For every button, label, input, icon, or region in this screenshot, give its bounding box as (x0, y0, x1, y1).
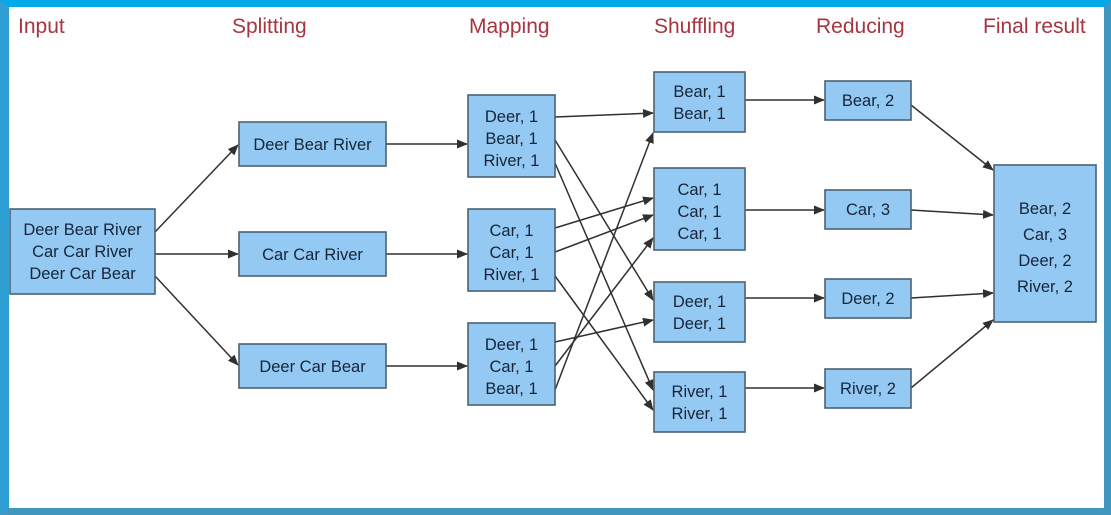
node-shuffle-bear-line-2: Bear, 1 (673, 105, 725, 123)
node-reduce-river-line-1: River, 2 (840, 380, 896, 398)
node-map-1[interactable]: Deer, 1 Bear, 1 River, 1 (467, 94, 556, 178)
node-reduce-river[interactable]: River, 2 (824, 368, 912, 409)
node-input-line-2: Car Car River (32, 243, 133, 261)
node-shuffle-river[interactable]: River, 1 River, 1 (653, 371, 746, 433)
node-shuffle-bear[interactable]: Bear, 1 Bear, 1 (653, 71, 746, 133)
node-shuffle-river-box[interactable] (653, 371, 746, 433)
node-final-line-1: Bear, 2 (1019, 200, 1071, 218)
node-shuffle-bear-line-1: Bear, 1 (673, 83, 725, 101)
node-map-2[interactable]: Car, 1 Car, 1 River, 1 (467, 208, 556, 292)
stage-label-splitting: Splitting (232, 15, 307, 38)
node-final-line-2: Car, 3 (1023, 226, 1067, 244)
mapreduce-diagram: Input Splitting Mapping Shuffling Reduci… (9, 7, 1104, 508)
node-map-2-line-1: Car, 1 (489, 222, 533, 240)
node-split-2[interactable]: Car Car River (238, 231, 387, 277)
stage-label-final-result: Final result (983, 15, 1086, 38)
node-map-3[interactable]: Deer, 1 Car, 1 Bear, 1 (467, 322, 556, 406)
node-map-2-line-2: Car, 1 (489, 244, 533, 262)
stage-label-mapping: Mapping (469, 15, 550, 38)
node-map-1-line-2: Bear, 1 (485, 130, 537, 148)
node-shuffle-car-line-3: Car, 1 (677, 225, 721, 243)
node-shuffle-deer-box[interactable] (653, 281, 746, 343)
node-map-3-line-2: Car, 1 (489, 358, 533, 376)
node-reduce-car[interactable]: Car, 3 (824, 189, 912, 230)
node-input-line-1: Deer Bear River (23, 221, 142, 239)
mapreduce-diagram-frame: Input Splitting Mapping Shuffling Reduci… (0, 0, 1111, 515)
node-reduce-car-line-1: Car, 3 (846, 201, 890, 219)
node-map-1-line-3: River, 1 (484, 152, 540, 170)
node-reduce-deer-line-1: Deer, 2 (841, 290, 894, 308)
stage-label-input: Input (18, 15, 65, 38)
node-final-line-4: River, 2 (1017, 278, 1073, 296)
node-split-1-line-1: Deer Bear River (253, 136, 372, 154)
node-map-1-line-1: Deer, 1 (485, 108, 538, 126)
node-shuffle-car[interactable]: Car, 1 Car, 1 Car, 1 (653, 167, 746, 251)
node-split-3-line-1: Deer Car Bear (259, 358, 366, 376)
node-split-2-line-1: Car Car River (262, 246, 363, 264)
stage-label-reducing: Reducing (816, 15, 905, 38)
node-reduce-deer[interactable]: Deer, 2 (824, 278, 912, 319)
node-shuffle-car-line-1: Car, 1 (677, 181, 721, 199)
node-map-3-line-1: Deer, 1 (485, 336, 538, 354)
node-shuffle-bear-box[interactable] (653, 71, 746, 133)
node-split-3[interactable]: Deer Car Bear (238, 343, 387, 389)
node-final-result[interactable]: Bear, 2 Car, 3 Deer, 2 River, 2 (993, 164, 1097, 323)
node-shuffle-car-line-2: Car, 1 (677, 203, 721, 221)
stage-label-shuffling: Shuffling (654, 15, 735, 38)
node-shuffle-deer-line-1: Deer, 1 (673, 293, 726, 311)
node-shuffle-deer[interactable]: Deer, 1 Deer, 1 (653, 281, 746, 343)
node-reduce-bear-line-1: Bear, 2 (842, 92, 894, 110)
node-shuffle-river-line-1: River, 1 (672, 383, 728, 401)
node-reduce-bear[interactable]: Bear, 2 (824, 80, 912, 121)
node-input[interactable]: Deer Bear River Car Car River Deer Car B… (9, 208, 156, 295)
node-input-line-3: Deer Car Bear (29, 265, 136, 283)
node-shuffle-deer-line-2: Deer, 1 (673, 315, 726, 333)
node-map-3-line-3: Bear, 1 (485, 380, 537, 398)
node-split-1[interactable]: Deer Bear River (238, 121, 387, 167)
node-final-line-3: Deer, 2 (1018, 252, 1071, 270)
node-shuffle-river-line-2: River, 1 (672, 405, 728, 423)
node-map-2-line-3: River, 1 (484, 266, 540, 284)
